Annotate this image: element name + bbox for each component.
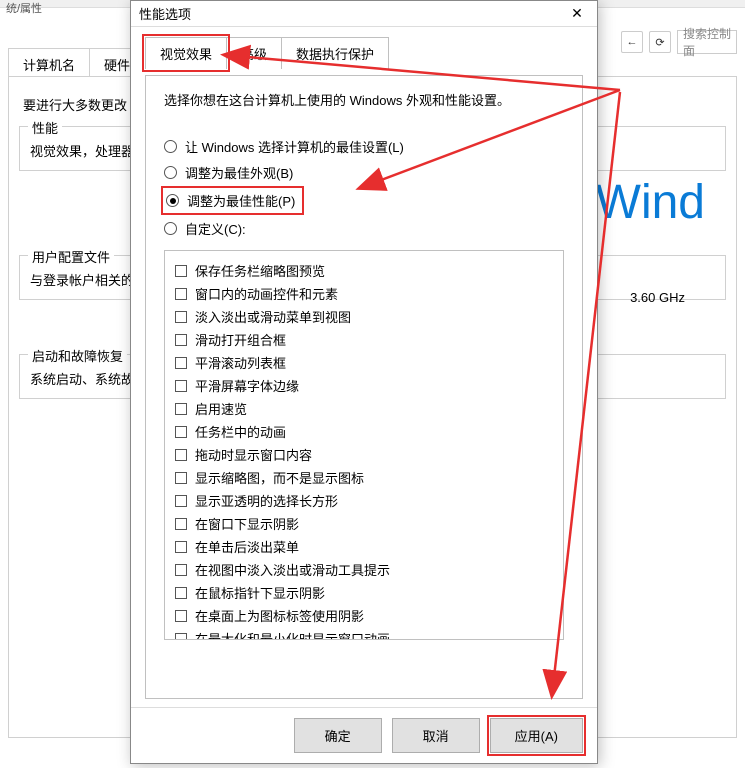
radio-group: 让 Windows 选择计算机的最佳设置(L) 调整为最佳外观(B) 调整为最佳…: [164, 137, 564, 238]
panel-description: 选择你想在这台计算机上使用的 Windows 外观和性能设置。: [164, 90, 564, 109]
checkbox-icon: [175, 426, 187, 438]
checkbox-icon: [175, 334, 187, 346]
check-label: 任务栏中的动画: [195, 422, 286, 441]
check-label: 在最大化和最小化时显示窗口动画: [195, 629, 390, 640]
back-icon[interactable]: ←: [621, 31, 643, 53]
check-label: 滑动打开组合框: [195, 330, 286, 349]
radio-custom-label: 自定义(C):: [185, 219, 246, 238]
check-item[interactable]: 在单击后淡出菜单: [175, 537, 553, 556]
effects-checklist[interactable]: 保存任务栏缩略图预览 窗口内的动画控件和元素 淡入淡出或滑动菜单到视图 滑动打开…: [164, 250, 564, 640]
check-label: 平滑屏幕字体边缘: [195, 376, 299, 395]
check-item[interactable]: 在鼠标指针下显示阴影: [175, 583, 553, 602]
check-item[interactable]: 在最大化和最小化时显示窗口动画: [175, 629, 553, 640]
tab-panel-visual: 选择你想在这台计算机上使用的 Windows 外观和性能设置。 让 Window…: [145, 75, 583, 699]
checkbox-icon: [175, 541, 187, 553]
tab-advanced[interactable]: 高级: [226, 37, 282, 69]
checkbox-icon: [175, 403, 187, 415]
check-item[interactable]: 在桌面上为图标标签使用阴影: [175, 606, 553, 625]
checkbox-icon: [175, 495, 187, 507]
checkbox-icon: [175, 311, 187, 323]
check-label: 平滑滚动列表框: [195, 353, 286, 372]
radio-icon: [166, 194, 179, 207]
dialog-tabs: 视觉效果 高级 数据执行保护: [145, 37, 583, 69]
radio-icon: [164, 166, 177, 179]
check-label: 拖动时显示窗口内容: [195, 445, 312, 464]
radio-best-appearance-label: 调整为最佳外观(B): [185, 163, 293, 182]
tab-dep[interactable]: 数据执行保护: [281, 37, 389, 69]
radio-icon: [164, 222, 177, 235]
check-label: 在视图中淡入淡出或滑动工具提示: [195, 560, 390, 579]
check-label: 在单击后淡出菜单: [195, 537, 299, 556]
radio-auto-label: 让 Windows 选择计算机的最佳设置(L): [185, 137, 404, 156]
check-item[interactable]: 任务栏中的动画: [175, 422, 553, 441]
check-item[interactable]: 显示亚透明的选择长方形: [175, 491, 553, 510]
bg-group-startup-title: 启动和故障恢复: [28, 346, 127, 365]
radio-best-performance-label: 调整为最佳性能(P): [187, 191, 295, 210]
checkbox-icon: [175, 288, 187, 300]
check-label: 淡入淡出或滑动菜单到视图: [195, 307, 351, 326]
checkbox-icon: [175, 380, 187, 392]
check-label: 显示亚透明的选择长方形: [195, 491, 338, 510]
check-item[interactable]: 滑动打开组合框: [175, 330, 553, 349]
close-icon[interactable]: ✕: [565, 5, 589, 22]
check-label: 显示缩略图，而不是显示图标: [195, 468, 364, 487]
check-item[interactable]: 平滑滚动列表框: [175, 353, 553, 372]
check-item[interactable]: 拖动时显示窗口内容: [175, 445, 553, 464]
check-item[interactable]: 显示缩略图，而不是显示图标: [175, 468, 553, 487]
checkbox-icon: [175, 265, 187, 277]
bg-group-userprofile-title: 用户配置文件: [28, 247, 114, 266]
check-item[interactable]: 平滑屏幕字体边缘: [175, 376, 553, 395]
windows-logo-text: Wind: [596, 175, 705, 230]
checkbox-icon: [175, 449, 187, 461]
dialog-button-row: 确定 取消 应用(A): [131, 707, 597, 763]
check-item[interactable]: 淡入淡出或滑动菜单到视图: [175, 307, 553, 326]
check-label: 在鼠标指针下显示阴影: [195, 583, 325, 602]
radio-best-performance[interactable]: 调整为最佳性能(P): [164, 189, 301, 212]
check-label: 保存任务栏缩略图预览: [195, 261, 325, 280]
performance-options-dialog: 性能选项 ✕ 视觉效果 高级 数据执行保护 选择你想在这台计算机上使用的 Win…: [130, 0, 598, 764]
checkbox-icon: [175, 518, 187, 530]
cpu-speed-text: 3.60 GHz: [630, 290, 685, 305]
search-input[interactable]: 搜索控制面: [677, 30, 737, 54]
radio-auto[interactable]: 让 Windows 选择计算机的最佳设置(L): [164, 137, 564, 156]
apply-button[interactable]: 应用(A): [490, 718, 583, 753]
check-item[interactable]: 在视图中淡入淡出或滑动工具提示: [175, 560, 553, 579]
bg-toolbar: ← ⟳ 搜索控制面: [621, 30, 737, 54]
refresh-icon[interactable]: ⟳: [649, 31, 671, 53]
checkbox-icon: [175, 472, 187, 484]
checkbox-icon: [175, 633, 187, 641]
tab-visual-effects[interactable]: 视觉效果: [145, 37, 227, 69]
checkbox-icon: [175, 610, 187, 622]
checkbox-icon: [175, 357, 187, 369]
check-item[interactable]: 在窗口下显示阴影: [175, 514, 553, 533]
ok-button[interactable]: 确定: [294, 718, 382, 753]
check-label: 在桌面上为图标标签使用阴影: [195, 606, 364, 625]
check-item[interactable]: 窗口内的动画控件和元素: [175, 284, 553, 303]
cancel-button[interactable]: 取消: [392, 718, 480, 753]
checkbox-icon: [175, 564, 187, 576]
radio-icon: [164, 140, 177, 153]
dialog-title: 性能选项: [139, 4, 191, 23]
checkbox-icon: [175, 587, 187, 599]
check-item[interactable]: 启用速览: [175, 399, 553, 418]
check-item[interactable]: 保存任务栏缩略图预览: [175, 261, 553, 280]
check-label: 窗口内的动画控件和元素: [195, 284, 338, 303]
bg-group-performance-title: 性能: [28, 118, 62, 137]
dialog-titlebar: 性能选项 ✕: [131, 1, 597, 27]
radio-custom[interactable]: 自定义(C):: [164, 219, 564, 238]
check-label: 在窗口下显示阴影: [195, 514, 299, 533]
radio-best-appearance[interactable]: 调整为最佳外观(B): [164, 163, 564, 182]
check-label: 启用速览: [195, 399, 247, 418]
